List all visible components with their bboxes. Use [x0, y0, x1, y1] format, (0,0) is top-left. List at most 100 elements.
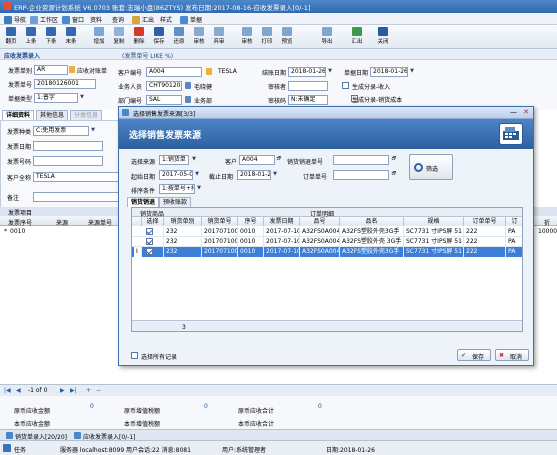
calendar-dropdown-icon[interactable]: ▼ [194, 170, 200, 179]
close-icon[interactable]: ✕ [523, 108, 529, 116]
tab-other[interactable]: 其他信息 [36, 110, 69, 120]
end-date-field[interactable]: 2018-01-26 [237, 170, 271, 180]
dialog-cancel-button[interactable]: ✖ 取消 [495, 349, 529, 361]
column-header[interactable]: 销货单别 [164, 217, 202, 226]
column-header[interactable]: 订单单号 [464, 217, 506, 226]
preview-button[interactable]: 预览 [278, 27, 296, 45]
row-select-checkbox[interactable] [146, 228, 153, 235]
prev-button[interactable]: 上条 [22, 27, 40, 45]
doc-date-field[interactable]: 2018-01-26 [370, 67, 408, 77]
customer-lookup-icon[interactable] [206, 68, 212, 75]
table-row[interactable]: 232 201707100 0010 2017-07-10 A32FS0A004… [132, 237, 522, 247]
next-button[interactable]: 下条 [42, 27, 60, 45]
sort-select[interactable]: 1:按单号+排 [159, 184, 195, 194]
start-date-field[interactable]: 2017-05-01 [159, 170, 193, 180]
nav-last-icon[interactable]: ▶| [70, 387, 77, 394]
column-header[interactable]: 选择 [142, 217, 164, 226]
chevron-down-icon[interactable]: ▼ [196, 184, 202, 193]
row-seq[interactable]: 0010 [10, 228, 25, 235]
lookup-icon[interactable] [69, 66, 75, 73]
row-select-checkbox[interactable] [146, 238, 153, 245]
select-all-checkbox[interactable] [131, 352, 138, 359]
nav-next-icon[interactable]: ▶ [60, 387, 65, 394]
restore-button[interactable]: 还原 [170, 27, 188, 45]
calendar-dropdown-icon[interactable]: ▼ [272, 170, 278, 179]
chevron-down-icon[interactable]: ▼ [90, 126, 96, 135]
invoice-date-field[interactable] [33, 141, 103, 151]
column-header[interactable]: 订 [506, 217, 522, 226]
status-task[interactable]: 任务 [14, 445, 26, 454]
nav-first-icon[interactable]: |◀ [4, 387, 11, 394]
menu-item-nav[interactable]: 导航 [4, 15, 26, 24]
sales-return-field[interactable] [333, 155, 389, 165]
unaudit-button[interactable]: 弃审 [210, 27, 228, 45]
tab-prepayment[interactable]: 预收账款 [159, 197, 192, 207]
status-select[interactable]: N:未确定 [288, 95, 328, 105]
save-button[interactable]: 保存 [150, 27, 168, 45]
invoice-kind-select[interactable]: C:免用发票 [33, 126, 89, 136]
copy-button[interactable]: 复制 [110, 27, 128, 45]
table-row[interactable]: 232 201707100 0010 2017-07-10 A32FS0A004… [132, 227, 522, 237]
dept-code-field[interactable]: SAL [146, 95, 182, 105]
tab-detail[interactable]: 详细资料 [2, 110, 35, 120]
column-header[interactable]: 品号 [300, 217, 340, 226]
menu-item-window[interactable]: 窗口 [62, 15, 84, 24]
row-select-checkbox[interactable] [146, 248, 153, 255]
filter-button[interactable]: 筛选 [409, 154, 453, 180]
invoice-type-field[interactable]: AR [34, 65, 68, 75]
total-label: 本币增值税额 [124, 421, 161, 428]
department-icon[interactable] [185, 96, 191, 103]
review-button[interactable]: 审核 [238, 27, 256, 45]
export-button[interactable]: 导出 [318, 27, 336, 45]
user-icon[interactable] [185, 82, 191, 89]
salesman-code-field[interactable]: CHT9012001 [146, 81, 182, 91]
chevron-down-icon[interactable]: ▼ [79, 93, 85, 102]
print-button[interactable]: 打印 [258, 27, 276, 45]
order-no-field[interactable] [333, 170, 389, 180]
lookup-window-icon[interactable]: 🗗 [391, 155, 397, 164]
nav-add-icon[interactable]: + [86, 387, 91, 394]
row-amount[interactable]: 10000 [538, 228, 557, 235]
table-row-selected[interactable]: I 232 201707100 0010 2017-07-10 A32FS0A0… [132, 247, 522, 257]
menu-item-workspace[interactable]: 工作区 [30, 15, 58, 24]
chevron-down-icon[interactable]: ▼ [191, 155, 197, 164]
invoice-no-field[interactable]: 20180126001 [34, 79, 96, 89]
nav-remove-icon[interactable]: − [96, 387, 101, 394]
audit-button[interactable]: 审核 [190, 27, 208, 45]
gen-income-checkbox[interactable] [342, 82, 349, 89]
calendar-dropdown-icon[interactable]: ▼ [327, 67, 333, 76]
column-header[interactable]: 序号 [238, 217, 264, 226]
minimize-icon[interactable]: — [510, 108, 517, 116]
menu-item-data[interactable]: 资料 [90, 15, 102, 24]
menu-item-query[interactable]: 查询 [112, 15, 124, 24]
delete-button[interactable]: 删除 [130, 27, 148, 45]
nav-prev-icon[interactable]: ◀ [16, 387, 21, 394]
add-button[interactable]: 增加 [90, 27, 108, 45]
customer-code-field[interactable]: A004 [146, 67, 202, 77]
dialog-customer-field[interactable]: A004 [239, 155, 275, 165]
tab-sales-return[interactable]: 销货销退 [127, 197, 160, 207]
dialog-save-button[interactable]: ✔ 保存 [457, 349, 491, 361]
invoice-code-field[interactable] [33, 156, 103, 166]
settle-date-field[interactable]: 2018-01-26 [288, 67, 326, 77]
column-header[interactable]: 规格 [404, 217, 464, 226]
calendar-dropdown-icon[interactable]: ▼ [409, 67, 415, 76]
last-button[interactable]: 末条 [62, 27, 80, 45]
remark-field[interactable] [33, 192, 123, 202]
menu-item-style[interactable]: 样式 [160, 15, 172, 24]
source-select[interactable]: 1:销货单 [159, 155, 189, 165]
excel-button[interactable]: 汇出 [348, 27, 366, 45]
customer-lookup-icon[interactable]: 🗗 [276, 155, 282, 164]
customer-full-field[interactable]: TESLA [33, 172, 123, 182]
reviewer-field[interactable] [288, 81, 328, 91]
close-button[interactable]: 关闭 [374, 27, 392, 45]
menu-item-export[interactable]: 汇出 [132, 15, 154, 24]
column-header[interactable]: 品名 [340, 217, 404, 226]
first-button[interactable]: 翻页 [2, 27, 20, 45]
column-header[interactable]: 销货单号 [202, 217, 238, 226]
menu-item-document[interactable]: 单据 [180, 15, 202, 24]
lookup-window-icon[interactable]: 🗗 [391, 170, 397, 179]
column-header[interactable]: 发票日期 [264, 217, 300, 226]
doc-type-select[interactable]: 1:普字 [34, 93, 78, 103]
tab-category[interactable]: 分类信息 [70, 110, 103, 120]
